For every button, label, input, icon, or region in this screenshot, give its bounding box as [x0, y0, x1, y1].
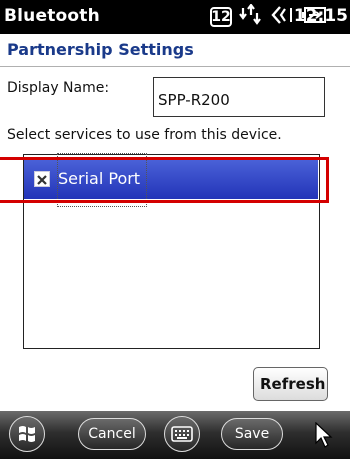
save-button[interactable]: Save	[221, 418, 283, 450]
windows-start-icon[interactable]	[9, 416, 45, 452]
title-bar: Bluetooth 12 12:15	[0, 0, 350, 34]
page-title: Partnership Settings	[7, 40, 194, 59]
display-name-field[interactable]: SPP-R200	[153, 77, 325, 117]
cancel-button[interactable]: Cancel	[78, 418, 146, 450]
clock: 12:15	[293, 6, 348, 26]
services-label: Select services to use from this device.	[7, 127, 282, 143]
pointer-cursor-icon	[314, 421, 334, 452]
soft-key-bar: Cancel Save	[0, 411, 350, 459]
notification-badge-icon[interactable]: 12	[210, 7, 232, 27]
annotation-highlight	[0, 157, 329, 203]
refresh-button[interactable]: Refresh	[253, 367, 328, 401]
page-header: Partnership Settings	[0, 34, 350, 67]
app-title: Bluetooth	[4, 6, 100, 26]
volume-icon[interactable]	[270, 4, 294, 30]
display-name-label: Display Name:	[7, 80, 110, 96]
keyboard-icon[interactable]	[164, 416, 200, 452]
network-sync-icon[interactable]	[239, 3, 263, 30]
